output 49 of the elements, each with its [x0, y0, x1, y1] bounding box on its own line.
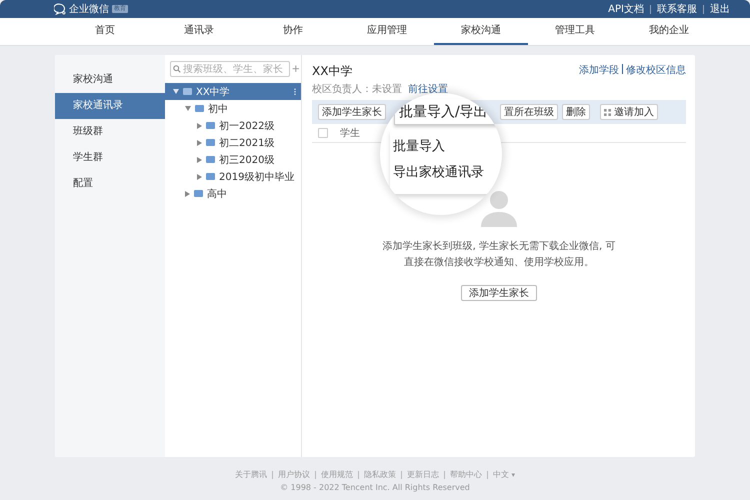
toolbar-button[interactable]: 添加学生家长: [318, 104, 386, 120]
folder-icon: [206, 139, 215, 146]
menu-item[interactable]: 批量导入: [390, 134, 502, 160]
empty-state-text: 添加学生家长到班级, 学生家长无需下载企业微信, 可直接在微信接收学校通知、使用学校应用。: [382, 240, 616, 270]
folder-icon: [206, 173, 215, 180]
folder-icon: [195, 105, 204, 112]
copyright-text: © 1998 - 2022 Tencent Inc. All Rights Reserved: [280, 483, 470, 492]
sidebar-item[interactable]: 家校通讯录: [55, 93, 165, 119]
nav-tab[interactable]: 首页: [58, 18, 152, 45]
tree-item[interactable]: XX中学: [165, 83, 301, 100]
select-all-checkbox[interactable]: [318, 128, 328, 138]
nav-tab[interactable]: 我的企业: [622, 18, 716, 45]
tree-item[interactable]: 2019级初中毕业: [165, 168, 301, 185]
folder-icon: [206, 156, 215, 163]
logo-text: 企业微信: [69, 2, 109, 16]
settings-link[interactable]: 前往设置: [408, 82, 448, 96]
search-icon: [173, 65, 181, 73]
column-header: 学生: [340, 126, 360, 140]
folder-icon: [206, 122, 215, 129]
tree-item[interactable]: 高中: [165, 185, 301, 202]
folder-icon: [183, 88, 192, 95]
header-link[interactable]: 联系客服: [657, 2, 697, 16]
header-action-link[interactable]: 添加学段: [579, 63, 619, 77]
sidebar-item[interactable]: 家校沟通: [55, 67, 165, 93]
header-link[interactable]: API文档: [608, 2, 644, 16]
sidebar-item[interactable]: 配置: [55, 171, 165, 197]
tree-item[interactable]: 初三2020级: [165, 151, 301, 168]
nav-tab[interactable]: 协作: [246, 18, 340, 45]
grid-icon: [604, 108, 611, 116]
nav-tab[interactable]: 家校沟通: [434, 18, 528, 45]
school-title: XX中学: [312, 63, 354, 80]
toolbar-button[interactable]: 删除: [562, 104, 590, 120]
chat-bubble-icon: [54, 3, 66, 15]
header-link[interactable]: 退出: [710, 2, 730, 16]
menu-item[interactable]: 导出家校通讯录: [390, 160, 502, 186]
tree-item[interactable]: 初二2021级: [165, 134, 301, 151]
manager-text: 校区负责人：未设置: [312, 82, 402, 96]
toolbar-button[interactable]: 邀请加入: [600, 104, 658, 120]
nav-tab[interactable]: 应用管理: [340, 18, 434, 45]
nav-tab[interactable]: 通讯录: [152, 18, 246, 45]
sidebar-item[interactable]: 班级群: [55, 119, 165, 145]
nav-tab[interactable]: 管理工具: [528, 18, 622, 45]
tree-item[interactable]: 初一2022级: [165, 117, 301, 134]
sidebar-item[interactable]: 学生群: [55, 145, 165, 171]
toolbar-button[interactable]: 置所在班级: [500, 104, 558, 120]
header-action-link[interactable]: 修改校区信息: [626, 63, 686, 77]
tree-item[interactable]: 初中: [165, 100, 301, 117]
add-parent-button[interactable]: 添加学生家长: [461, 285, 537, 301]
folder-icon: [194, 190, 203, 197]
